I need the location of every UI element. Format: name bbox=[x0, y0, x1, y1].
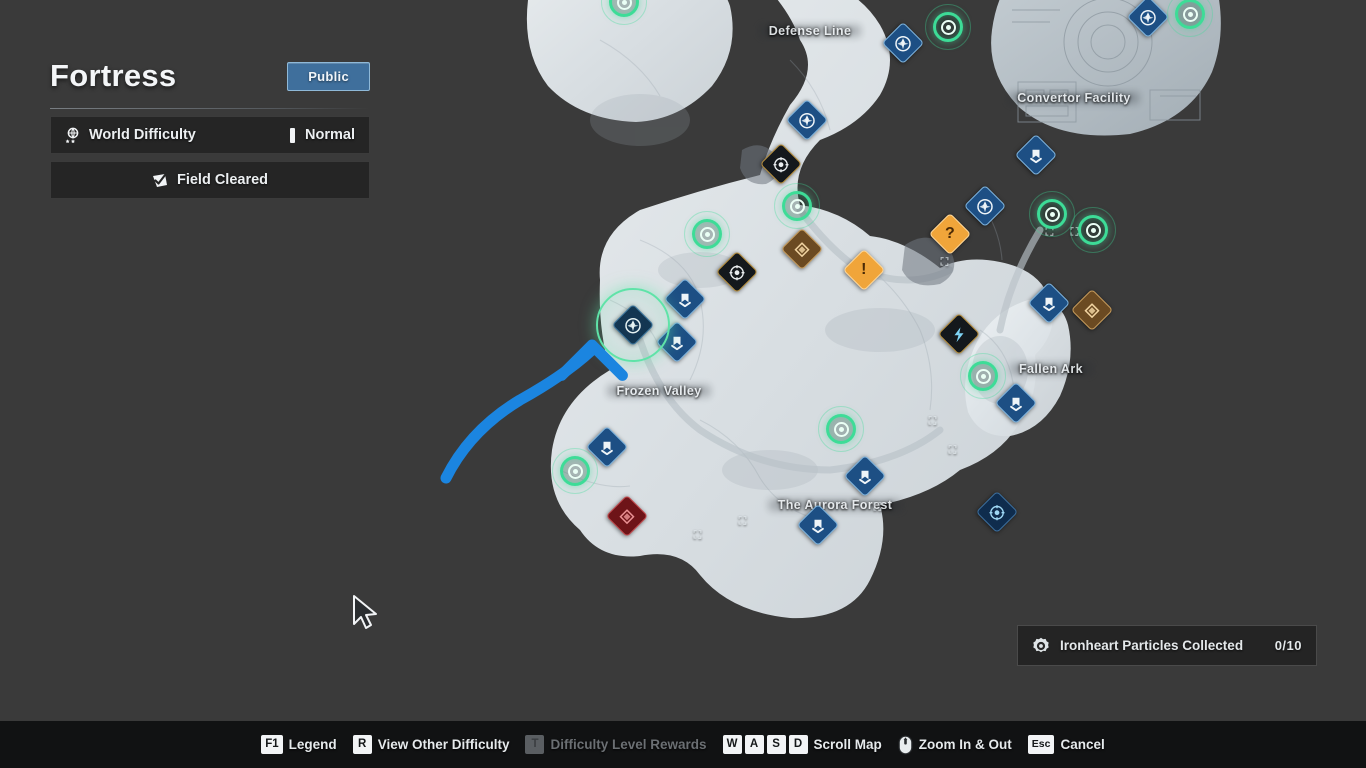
key-a: A bbox=[744, 735, 764, 754]
waypoint-marker[interactable] bbox=[1070, 207, 1116, 253]
marker-glyph bbox=[895, 35, 912, 52]
marker-glyph bbox=[773, 156, 790, 173]
terrain-icon: ⛶ bbox=[738, 515, 747, 528]
waypoint-marker[interactable] bbox=[601, 0, 647, 25]
waypoint-marker[interactable] bbox=[774, 183, 820, 229]
hint-legend-label: Legend bbox=[288, 737, 337, 752]
collection-panel: Ironheart Particles Collected 0/10 bbox=[1017, 625, 1317, 666]
panel-header: Fortress Public bbox=[50, 58, 370, 108]
field-cleared-row[interactable]: Field Cleared bbox=[50, 161, 370, 199]
waypoint-inner-ring bbox=[1085, 222, 1101, 238]
world-difficulty-value: Normal bbox=[305, 127, 355, 143]
marker-glyph bbox=[678, 292, 693, 307]
marker-glyph bbox=[1029, 148, 1044, 163]
map-screen: Defense Line Convertor Facility Frozen V… bbox=[0, 0, 1366, 768]
marker-glyph bbox=[989, 504, 1006, 521]
hint-view-other-difficulty[interactable]: R View Other Difficulty bbox=[352, 735, 510, 754]
terrain-icon: ⛶ bbox=[940, 256, 949, 269]
hint-zoom-label: Zoom In & Out bbox=[918, 737, 1012, 752]
waypoint-inner-ring bbox=[1182, 6, 1198, 22]
key-f1: F1 bbox=[261, 735, 283, 754]
marker-glyph bbox=[670, 335, 685, 350]
waypoint-marker[interactable] bbox=[552, 448, 598, 494]
marker-glyph bbox=[811, 518, 826, 533]
visibility-badge[interactable]: Public bbox=[287, 61, 370, 91]
marker-glyph bbox=[977, 198, 994, 215]
marker-glyph bbox=[799, 112, 816, 129]
waypoint-core bbox=[1090, 227, 1096, 233]
marker-glyph bbox=[1084, 302, 1100, 318]
terrain-icon: ⛶ bbox=[928, 415, 937, 428]
marker-glyph bbox=[619, 508, 635, 524]
waypoint-core bbox=[621, 0, 627, 5]
marker-glyph bbox=[600, 440, 615, 455]
waypoint-marker[interactable] bbox=[960, 353, 1006, 399]
marker-glyph bbox=[953, 326, 966, 342]
marker-glyph bbox=[625, 317, 642, 334]
waypoint-inner-ring bbox=[789, 198, 805, 214]
waypoint-inner-ring bbox=[616, 0, 632, 10]
marker-glyph bbox=[729, 264, 746, 281]
hint-view-other-difficulty-label: View Other Difficulty bbox=[377, 737, 510, 752]
collection-label: Ironheart Particles Collected bbox=[1060, 638, 1244, 653]
key-group-wasd: W A S D bbox=[722, 735, 808, 754]
terrain-icon: ⛶ bbox=[693, 529, 702, 542]
difficulty-level-bar bbox=[290, 127, 296, 143]
key-t: T bbox=[525, 735, 545, 754]
mouse-wheel-icon bbox=[898, 735, 913, 755]
key-r: R bbox=[352, 735, 372, 754]
waypoint-core bbox=[945, 24, 951, 30]
hint-zoom[interactable]: Zoom In & Out bbox=[898, 735, 1012, 755]
hint-cancel[interactable]: Esc Cancel bbox=[1027, 735, 1105, 754]
terrain-icon: ⛶ bbox=[948, 444, 957, 457]
marker-glyph bbox=[1042, 296, 1057, 311]
waypoint-core bbox=[838, 426, 844, 432]
key-s: S bbox=[766, 735, 786, 754]
checkmark-icon bbox=[152, 173, 168, 188]
page-title: Fortress bbox=[50, 58, 177, 93]
panel-divider bbox=[50, 108, 370, 109]
key-esc: Esc bbox=[1027, 735, 1055, 754]
hint-difficulty-level-rewards: T Difficulty Level Rewards bbox=[525, 735, 707, 754]
bottom-hint-bar: F1 Legend R View Other Difficulty T Diff… bbox=[0, 721, 1366, 768]
collection-count: 0/10 bbox=[1274, 638, 1302, 653]
marker-glyph bbox=[1140, 9, 1157, 26]
waypoint-marker[interactable] bbox=[818, 406, 864, 452]
waypoint-marker[interactable] bbox=[684, 211, 730, 257]
waypoint-inner-ring bbox=[567, 463, 583, 479]
hint-scroll-map-label: Scroll Map bbox=[813, 737, 882, 752]
waypoint-inner-ring bbox=[1044, 206, 1060, 222]
waypoint-core bbox=[980, 373, 986, 379]
waypoint-core bbox=[572, 468, 578, 474]
ironheart-particle-icon bbox=[1032, 637, 1050, 655]
hint-cancel-label: Cancel bbox=[1060, 737, 1105, 752]
marker-glyph bbox=[794, 241, 810, 257]
waypoint-marker[interactable] bbox=[925, 4, 971, 50]
world-difficulty-row[interactable]: World Difficulty Normal bbox=[50, 116, 370, 154]
hint-scroll-map[interactable]: W A S D Scroll Map bbox=[722, 735, 882, 754]
hint-legend[interactable]: F1 Legend bbox=[261, 735, 337, 754]
quest-glyph: ! bbox=[861, 260, 867, 278]
field-cleared-label: Field Cleared bbox=[176, 172, 269, 188]
waypoint-marker[interactable] bbox=[1167, 0, 1213, 37]
waypoint-inner-ring bbox=[699, 226, 715, 242]
waypoint-marker[interactable] bbox=[1029, 191, 1075, 237]
waypoint-core bbox=[704, 231, 710, 237]
key-w: W bbox=[722, 735, 742, 754]
waypoint-inner-ring bbox=[975, 368, 991, 384]
waypoint-core bbox=[1187, 11, 1193, 17]
quest-glyph: ? bbox=[945, 225, 955, 242]
world-difficulty-icon bbox=[65, 127, 81, 144]
fortress-info-panel: Fortress Public World Difficulty Normal bbox=[50, 58, 370, 199]
key-d: D bbox=[788, 735, 808, 754]
waypoint-core bbox=[1049, 211, 1055, 217]
terrain-icon: ⛶ bbox=[873, 501, 882, 514]
marker-glyph bbox=[858, 469, 873, 484]
hint-difficulty-level-rewards-label: Difficulty Level Rewards bbox=[550, 737, 707, 752]
waypoint-core bbox=[794, 203, 800, 209]
waypoint-inner-ring bbox=[940, 19, 956, 35]
world-difficulty-label: World Difficulty bbox=[89, 127, 196, 143]
marker-glyph bbox=[1009, 396, 1024, 411]
waypoint-inner-ring bbox=[833, 421, 849, 437]
